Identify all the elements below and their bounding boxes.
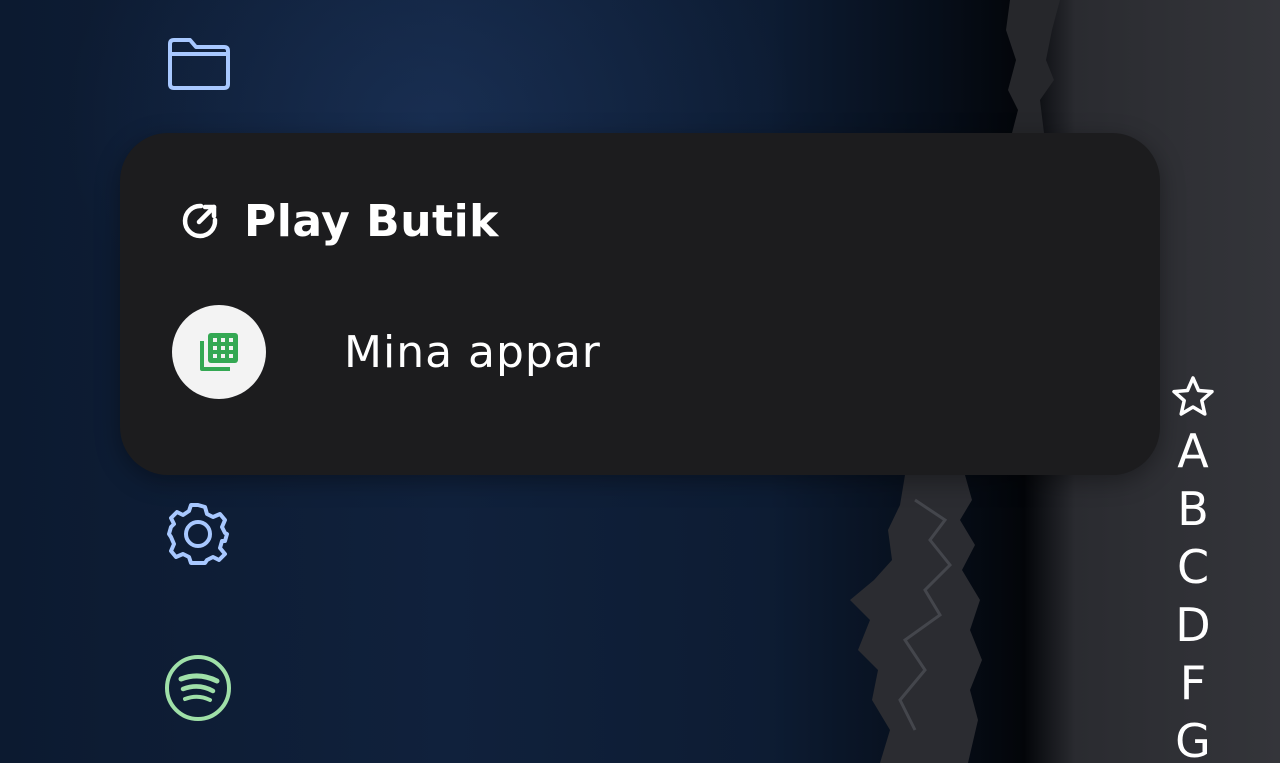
spotify-icon[interactable] xyxy=(160,650,236,726)
index-letter-g[interactable]: G xyxy=(1175,712,1211,763)
alphabet-index[interactable]: A B C D F G xyxy=(1164,372,1222,763)
shortcut-label: Mina appar xyxy=(344,326,601,378)
index-letter-a[interactable]: A xyxy=(1177,422,1208,480)
popup-header[interactable]: Play Butik xyxy=(178,191,499,251)
popup-title: Play Butik xyxy=(244,195,499,247)
folder-icon[interactable] xyxy=(160,26,236,102)
home-screen: Play Butik Mina appar A B C D F G xyxy=(0,0,1280,763)
open-external-icon xyxy=(178,199,222,243)
my-apps-icon xyxy=(172,305,266,399)
index-letter-d[interactable]: D xyxy=(1175,596,1210,654)
index-letter-c[interactable]: C xyxy=(1177,538,1209,596)
index-letter-b[interactable]: B xyxy=(1177,480,1209,538)
index-letter-f[interactable]: F xyxy=(1180,654,1206,712)
star-icon[interactable] xyxy=(1170,372,1216,422)
settings-icon[interactable] xyxy=(160,496,236,572)
shortcut-my-apps[interactable]: Mina appar xyxy=(172,305,1112,399)
app-shortcuts-popup: Play Butik Mina appar xyxy=(120,133,1160,475)
